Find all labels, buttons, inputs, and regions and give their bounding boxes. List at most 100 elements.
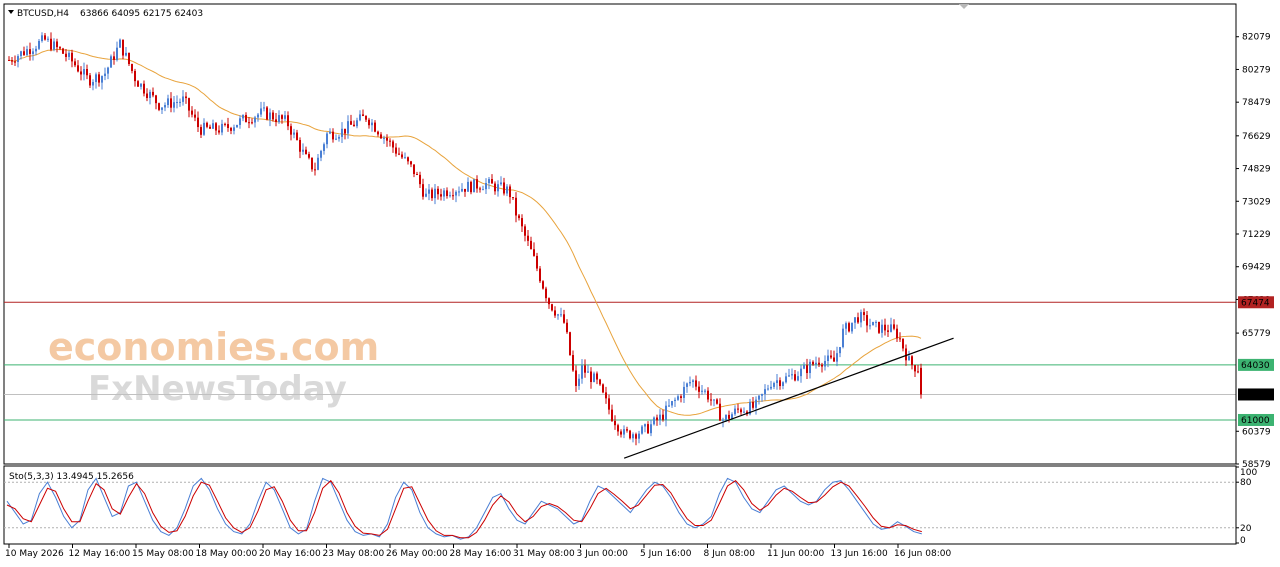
candle-body — [794, 374, 796, 381]
candle-body — [881, 324, 883, 333]
candle-body — [602, 384, 604, 393]
candle-body — [35, 48, 37, 52]
candle-body — [101, 76, 103, 83]
candle-body — [200, 127, 202, 135]
candle-body — [281, 115, 283, 119]
candle-body — [515, 197, 517, 216]
candle-body — [80, 71, 82, 75]
candle-body — [917, 371, 919, 373]
candle-body — [824, 360, 826, 367]
candle-body — [812, 361, 814, 365]
candle-body — [371, 122, 373, 126]
level-2-label: 61000 — [1241, 416, 1270, 426]
candle-body — [875, 321, 877, 323]
candle-body — [680, 396, 682, 398]
price-tick-label: 60379 — [1242, 427, 1271, 437]
candle-body — [548, 298, 550, 305]
candle-body — [836, 353, 838, 362]
time-axis: 10 May 2026 12 May 16:00 15 May 08:00 18 Ma… — [5, 544, 951, 559]
candle-body — [191, 110, 193, 115]
candle-body — [47, 38, 49, 40]
candle-body — [569, 332, 571, 356]
candle-body — [776, 380, 778, 384]
candle-body — [623, 429, 625, 435]
candle-body — [758, 395, 760, 400]
candle-body — [512, 197, 514, 199]
stoch-tick-label: 20 — [1240, 524, 1252, 534]
candle-body — [848, 323, 850, 332]
time-tick-label: 11 Jun 00:00 — [767, 549, 824, 559]
time-tick-label: 23 May 08:00 — [323, 549, 385, 559]
candle-body — [284, 115, 286, 119]
candle-body — [422, 184, 424, 197]
candle-body — [440, 194, 442, 197]
candle-body — [413, 164, 415, 175]
candle-body — [581, 365, 583, 379]
candle-body — [614, 420, 616, 426]
stoch-pane[interactable] — [3, 465, 1237, 545]
candle-body — [395, 147, 397, 154]
time-tick-label: 20 May 16:00 — [259, 549, 321, 559]
candle-body — [533, 249, 535, 256]
candle-body — [542, 281, 544, 289]
candle-body — [98, 74, 100, 83]
chart-root: economies.com FxNewsToday 82079 80279 7847… — [3, 3, 1274, 559]
candle-body — [26, 49, 28, 55]
candle-body — [317, 157, 319, 170]
candle-body — [20, 51, 22, 57]
candle-body — [635, 434, 637, 439]
candle-body — [563, 314, 565, 323]
candle-body — [245, 114, 247, 123]
candle-body — [782, 382, 784, 387]
candle-body — [482, 189, 484, 191]
candle-body — [584, 365, 586, 373]
candle-body — [383, 137, 385, 139]
candle-body — [260, 108, 262, 115]
candle-body — [494, 183, 496, 192]
candle-body — [632, 434, 634, 439]
candle-body — [389, 140, 391, 142]
candle-body — [149, 91, 151, 98]
price-tick-label: 76629 — [1242, 132, 1271, 142]
candle-body — [110, 56, 112, 68]
candle-body — [236, 124, 238, 128]
candle-body — [416, 174, 418, 176]
candle-body — [278, 115, 280, 123]
candle-body — [314, 169, 316, 171]
candle-body — [44, 35, 46, 40]
candle-body — [851, 322, 853, 332]
symbol-timeframe: BTCUSD,H4 — [17, 9, 69, 19]
candle-body — [683, 386, 685, 398]
candle-body — [560, 314, 562, 316]
candle-body — [461, 188, 463, 192]
candle-body — [344, 128, 346, 134]
candle-body — [131, 64, 133, 71]
candle-body — [230, 127, 232, 131]
candle-body — [71, 52, 73, 62]
candle-body — [791, 374, 793, 376]
candle-body — [443, 190, 445, 197]
candle-body — [269, 112, 271, 120]
candle-body — [176, 102, 178, 104]
time-tick-label: 16 Jun 08:00 — [894, 549, 951, 559]
candle-body — [476, 179, 478, 189]
candle-body — [128, 52, 130, 65]
candle-body — [359, 114, 361, 121]
candle-body — [185, 96, 187, 99]
candle-body — [536, 255, 538, 269]
candle-body — [140, 83, 142, 87]
candle-body — [890, 324, 892, 332]
candle-body — [809, 361, 811, 374]
candle-body — [884, 324, 886, 331]
time-tick-label: 31 May 08:00 — [513, 549, 575, 559]
watermark-line1: economies.com — [48, 325, 379, 369]
candle-body — [113, 56, 115, 60]
candle-body — [83, 69, 85, 75]
candle-body — [671, 401, 673, 406]
candle-body — [263, 107, 265, 109]
candle-body — [920, 367, 922, 395]
candle-body — [428, 189, 430, 194]
candle-body — [653, 417, 655, 425]
ohlc-values: 63866 64095 62175 62403 — [80, 9, 203, 19]
candle-body — [299, 139, 301, 152]
